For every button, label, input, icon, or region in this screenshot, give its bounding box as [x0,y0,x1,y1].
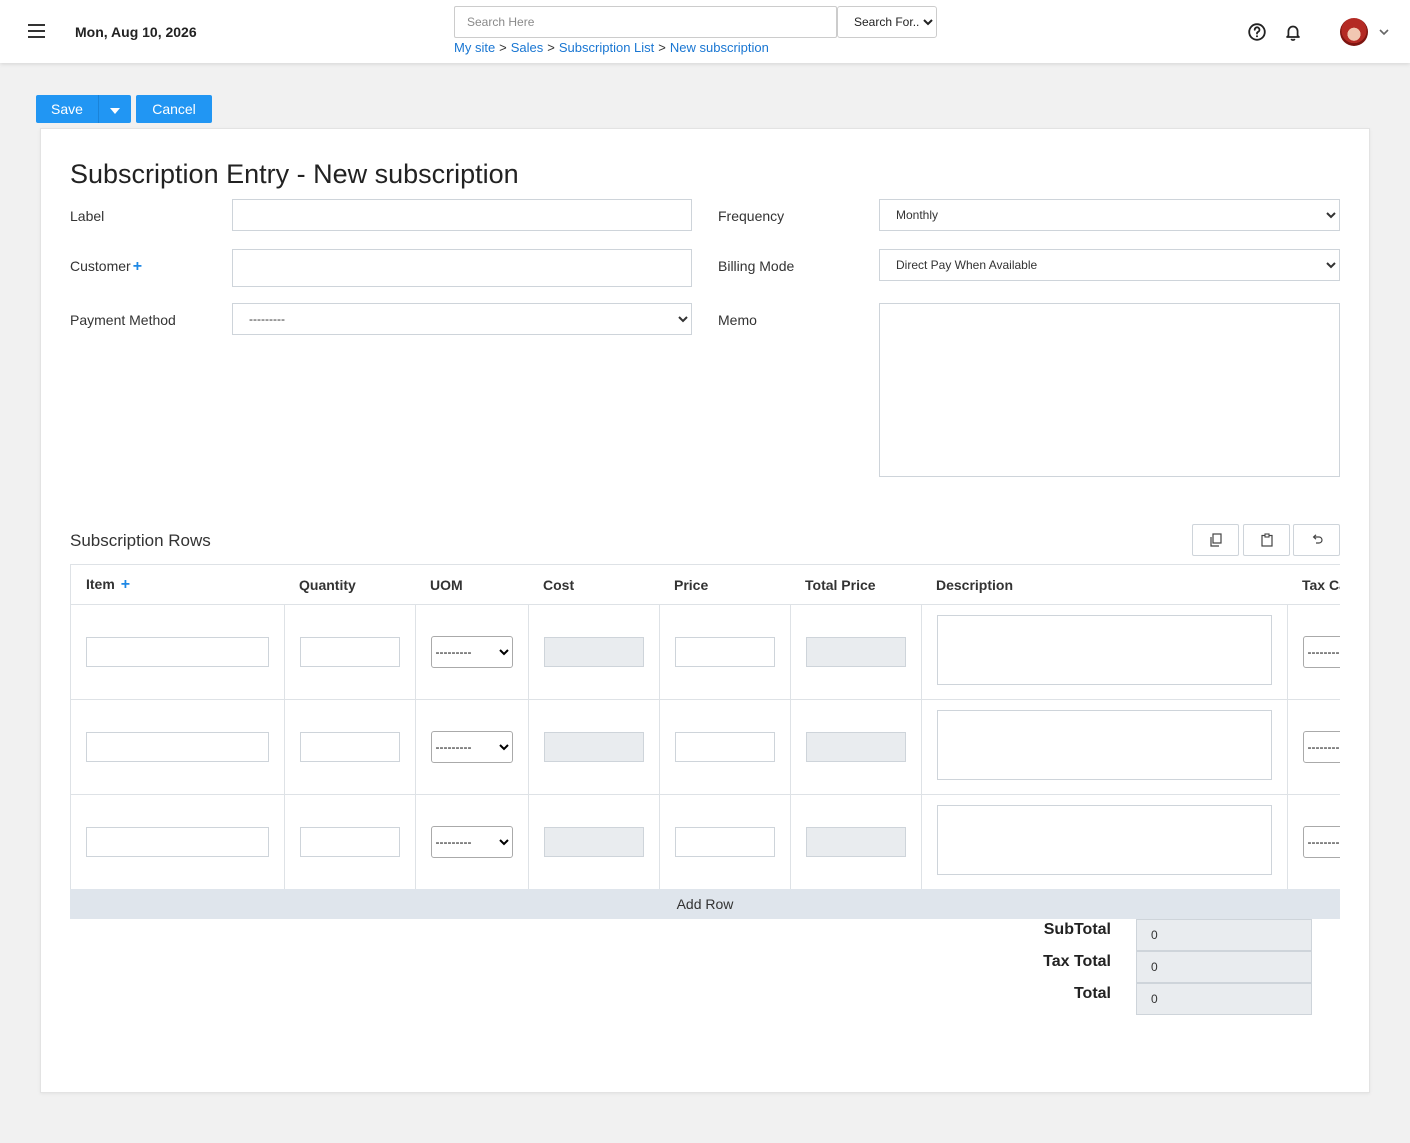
cost-input [543,637,644,667]
caret-down-icon [110,108,120,114]
price-input[interactable] [674,732,775,762]
payment-method-select[interactable]: --------- [232,303,692,335]
description-textarea[interactable] [936,709,1272,780]
subtotal-field [1136,919,1312,951]
total-field [1136,983,1312,1015]
col-header-price: Price [659,564,790,605]
subscription-rows-title: Subscription Rows [70,531,211,550]
col-header-uom: UOM [415,564,528,605]
subscription-form-card: Subscription Entry - New subscription La… [40,128,1370,1093]
table-header-row: Item + Quantity UOM Cost Price Total Pri… [71,564,1340,605]
notifications-bell-icon[interactable] [1282,21,1304,43]
col-header-total-price: Total Price [790,564,921,605]
price-input[interactable] [674,827,775,857]
breadcrumb: My site > Sales > Subscription List > New subs… [454,40,769,55]
help-icon[interactable] [1246,21,1268,43]
breadcrumb-sales[interactable]: Sales [511,40,544,55]
col-header-tax-category: Tax Ca [1287,564,1340,605]
col-header-cost: Cost [528,564,659,605]
frequency-select[interactable]: Monthly [879,199,1340,231]
cancel-button[interactable]: Cancel [136,95,212,123]
paste-rows-button[interactable] [1243,524,1290,556]
total-price-input [805,732,906,762]
subtotal-label: SubTotal [1043,921,1111,938]
quantity-input[interactable] [299,827,400,857]
table-row: --------- --------- [71,604,1340,700]
description-textarea[interactable] [936,804,1272,875]
label-field-label: Label [70,208,105,224]
copy-rows-button[interactable] [1192,524,1239,556]
price-input[interactable] [674,637,775,667]
copy-icon [1209,533,1222,547]
customer-label-text: Customer [70,258,131,274]
breadcrumb-my-site[interactable]: My site [454,40,495,55]
item-input[interactable] [86,637,269,667]
tax-category-select[interactable]: --------- [1302,731,1340,763]
billing-mode-label: Billing Mode [718,258,795,274]
breadcrumb-subscription-list[interactable]: Subscription List [559,40,654,55]
breadcrumb-new-subscription[interactable]: New subscription [670,40,769,55]
clipboard-icon [1260,533,1273,547]
tax-total-label: Tax Total [1043,953,1111,970]
current-date: Mon, Aug 10, 2026 [75,24,197,40]
customer-field-label: Customer + [70,258,142,276]
cost-input [543,732,644,762]
search-input[interactable] [454,6,837,38]
top-bar: Mon, Aug 10, 2026 Search For... My site>… [0,0,1410,63]
total-label: Total [1073,985,1111,1002]
uom-select[interactable]: --------- [430,826,513,858]
col-item-label: Item [86,575,115,592]
undo-icon [1312,534,1323,544]
undo-rows-button[interactable] [1293,524,1340,556]
label-input[interactable] [232,199,692,231]
quantity-input[interactable] [299,637,400,667]
memo-label: Memo [718,312,757,328]
item-input[interactable] [86,732,269,762]
uom-select[interactable]: --------- [430,636,513,668]
cost-input [543,827,644,857]
quantity-input[interactable] [299,732,400,762]
user-avatar[interactable] [1340,18,1368,46]
total-price-input [805,827,906,857]
frequency-label: Frequency [718,208,785,224]
billing-mode-select[interactable]: Direct Pay When Available [879,249,1340,281]
item-input[interactable] [86,827,269,857]
save-options-dropdown[interactable] [98,95,131,123]
col-header-description: Description [921,564,1287,605]
description-textarea[interactable] [936,614,1272,685]
col-header-item: Item + [71,564,284,605]
col-header-quantity: Quantity [284,564,415,605]
payment-method-label: Payment Method [70,312,176,328]
total-price-input [805,637,906,667]
table-row: --------- --------- [71,699,1340,795]
subscription-rows-grid: Item + Quantity UOM Cost Price Total Pri… [70,564,1340,890]
menu-icon[interactable] [28,24,45,38]
tax-category-select[interactable]: --------- [1302,636,1340,668]
memo-textarea[interactable] [879,303,1340,477]
search-scope-select[interactable]: Search For... [837,6,937,38]
page-title: Subscription Entry - New subscription [70,159,519,189]
add-row-button[interactable]: Add Row [70,889,1340,919]
tax-total-field [1136,951,1312,983]
rows-table: Item + Quantity UOM Cost Price Total Pri… [71,564,1340,890]
chevron-down-icon[interactable] [1378,26,1390,38]
add-customer-plus-icon[interactable]: + [133,258,142,275]
uom-select[interactable]: --------- [430,731,513,763]
add-item-plus-icon[interactable]: + [121,576,130,593]
save-button[interactable]: Save [36,95,98,123]
customer-input[interactable] [232,249,692,287]
tax-category-select[interactable]: --------- [1302,826,1340,858]
table-row: --------- --------- [71,794,1340,890]
